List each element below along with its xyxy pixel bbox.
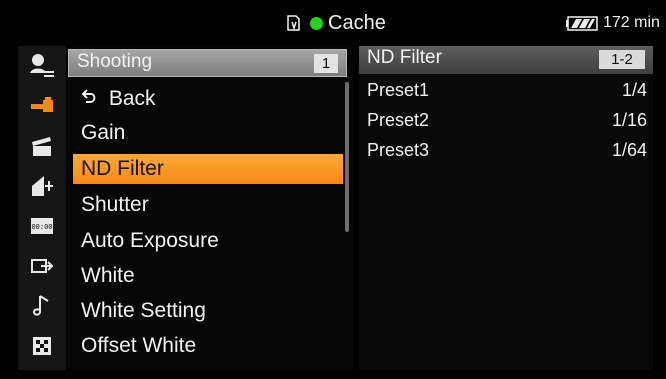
nd-filter-panel: ND Filter 1-2 Preset1 1/4 Preset2 1/16 P… — [359, 46, 653, 370]
preset-value: 1/16 — [611, 110, 647, 130]
menu-item-nd-filter[interactable]: ND Filter — [73, 154, 343, 184]
preset-value: 1/64 — [611, 140, 647, 160]
preset-row[interactable]: Preset3 1/64 — [367, 137, 647, 163]
preset-name: Preset3 — [367, 140, 430, 160]
battery-icon — [566, 15, 599, 31]
paint-icon[interactable] — [26, 170, 58, 202]
status-center: Cache — [284, 11, 386, 35]
preset-value: 1/4 — [621, 80, 647, 100]
back-arrow-icon — [81, 84, 103, 114]
camera-icon[interactable] — [26, 90, 58, 122]
preset-row[interactable]: Preset1 1/4 — [367, 77, 647, 103]
memory-card-icon — [284, 13, 304, 33]
menu-scrollbar[interactable] — [345, 82, 349, 232]
status-bar: Cache 172 min — [0, 0, 666, 44]
menu-item-white-setting[interactable]: White Setting — [73, 296, 343, 326]
status-title: Cache — [328, 11, 386, 34]
menu-item-back[interactable]: Back — [73, 84, 343, 114]
music-icon[interactable] — [26, 290, 58, 322]
right-panel-header: ND Filter 1-2 — [359, 46, 653, 74]
clapperboard-icon[interactable] — [26, 130, 58, 162]
bottom-edge — [0, 371, 666, 379]
menu-header: Shooting 1 — [68, 49, 347, 77]
user-menu-icon[interactable] — [26, 50, 58, 82]
timecode-icon[interactable]: 00:00 — [26, 210, 58, 242]
menu-page-indicator: 1 — [314, 54, 338, 73]
camera-menu-screen: Cache 172 min 00:00 Shooting 1 Back Gain… — [0, 0, 666, 379]
menu-item-white[interactable]: White — [73, 261, 343, 291]
menu-item-gain[interactable]: Gain — [73, 118, 343, 148]
menu-item-auto-exposure[interactable]: Auto Exposure — [73, 226, 343, 256]
grid-icon[interactable] — [26, 330, 58, 362]
battery-text: 172 min — [603, 14, 660, 31]
right-panel-title: ND Filter — [367, 47, 442, 68]
output-icon[interactable] — [26, 250, 58, 282]
right-page-indicator: 1-2 — [599, 50, 645, 69]
svg-text:00:00: 00:00 — [31, 224, 52, 232]
preset-name: Preset1 — [367, 80, 430, 100]
menu-item-label: Back — [108, 87, 156, 110]
menu-header-title: Shooting — [77, 51, 153, 72]
menu-item-offset-white[interactable]: Offset White — [73, 331, 343, 361]
battery-status: 172 min — [566, 12, 660, 34]
green-dot-icon — [310, 16, 323, 30]
sidebar: 00:00 — [18, 46, 66, 370]
menu-panel: Shooting 1 Back Gain ND Filter Shutter A… — [68, 46, 353, 370]
menu-item-shutter[interactable]: Shutter — [73, 190, 343, 220]
preset-name: Preset2 — [367, 110, 430, 130]
preset-row[interactable]: Preset2 1/16 — [367, 107, 647, 133]
